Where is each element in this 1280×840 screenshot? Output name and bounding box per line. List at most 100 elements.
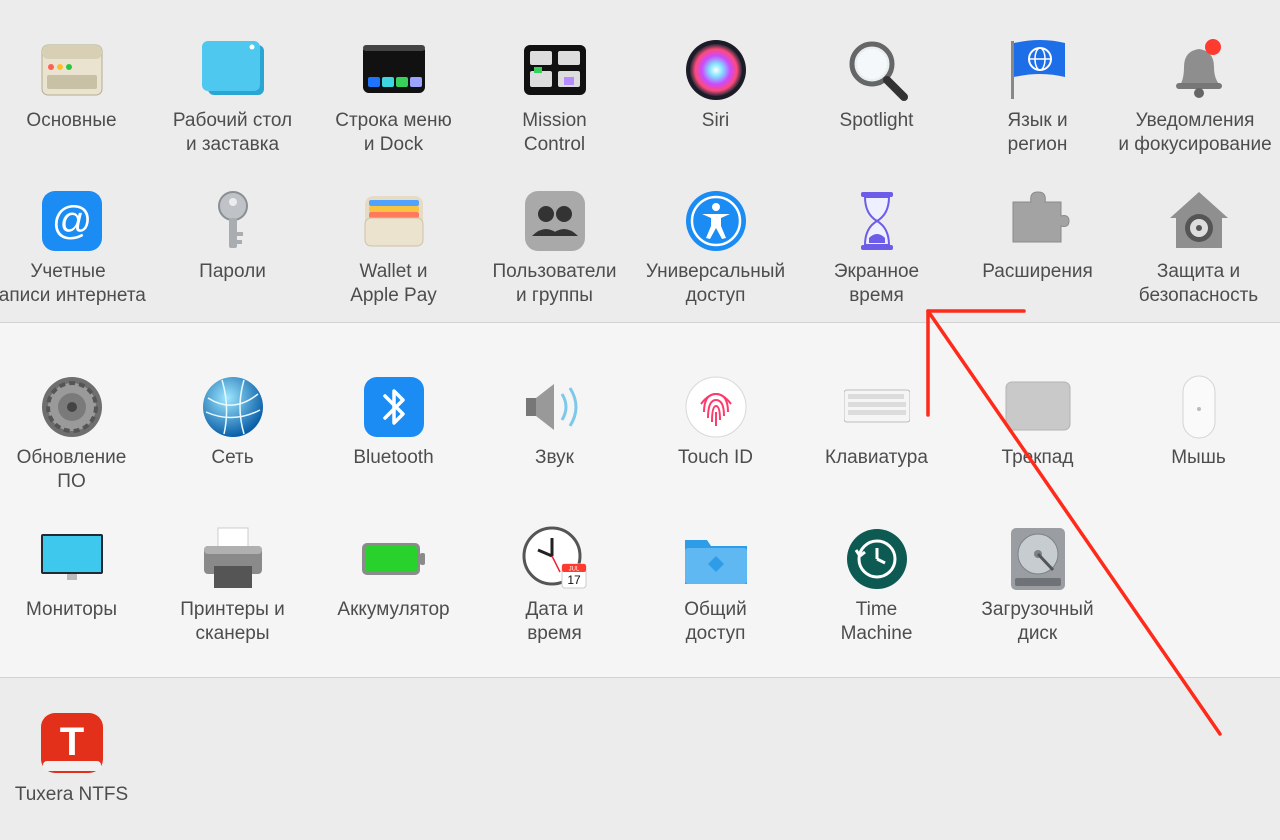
pane-network[interactable]: Сеть [152, 372, 313, 502]
pane-label: Дата и время [525, 599, 584, 644]
pane-extensions[interactable]: Расширения [957, 186, 1118, 316]
pane-label: Экранное время [833, 261, 920, 306]
pane-software-update[interactable]: Обновление ПО [0, 372, 152, 502]
pane-label: Защита и безопасность [1138, 261, 1259, 306]
pane-label: Обновление ПО [16, 447, 127, 492]
pane-label: Bluetooth [353, 447, 434, 468]
fingerprint-icon [681, 372, 751, 442]
users-icon [520, 186, 590, 256]
pane-label: Строка меню и Dock [335, 110, 452, 155]
monitor-icon [37, 524, 107, 594]
network-globe-icon [198, 372, 268, 442]
pane-displays[interactable]: Мониторы [0, 524, 152, 654]
at-sign-icon: @ [37, 186, 107, 256]
pane-label: Клавиатура [825, 447, 928, 468]
calendar-day: 17 [567, 573, 581, 587]
pane-label: Mission Control [522, 110, 587, 155]
pane-accessibility[interactable]: Универсальный доступ [635, 186, 796, 316]
pane-wallet[interactable]: Wallet и Apple Pay [313, 186, 474, 316]
pane-label: Общий доступ [684, 599, 747, 644]
pane-bluetooth[interactable]: Bluetooth [313, 372, 474, 502]
pane-sharing[interactable]: Общий доступ [635, 524, 796, 654]
hard-disk-icon [1003, 524, 1073, 594]
pane-label: Язык и регион [1007, 110, 1068, 155]
general-window-icon [37, 35, 107, 105]
pane-label: Touch ID [678, 447, 753, 468]
pane-printers[interactable]: Принтеры и сканеры [152, 524, 313, 654]
tuxera-letter: T [59, 720, 83, 764]
pane-notifications[interactable]: Уведомления и фокусирование [1118, 35, 1279, 165]
time-machine-icon [842, 524, 912, 594]
pane-users[interactable]: Пользователи и группы [474, 186, 635, 316]
menubar-dock-icon [359, 35, 429, 105]
printer-icon [198, 524, 268, 594]
section-other [0, 678, 1280, 840]
house-lock-icon [1164, 186, 1234, 256]
pane-tuxera[interactable]: T Tuxera NTFS [0, 709, 152, 839]
mouse-icon [1164, 372, 1234, 442]
mission-control-icon [520, 35, 590, 105]
pane-date-time[interactable]: JUL 17 Дата и время [474, 524, 635, 654]
pane-desktop[interactable]: Рабочий стол и заставка [152, 35, 313, 165]
pane-label: Siri [701, 110, 730, 131]
pane-startup-disk[interactable]: Загрузочный диск [957, 524, 1118, 654]
pane-label: Сеть [211, 447, 254, 468]
pane-internet-accounts[interactable]: @ Учетные записи интернета [0, 186, 152, 316]
pane-label: Звук [535, 447, 574, 468]
pane-label: Основные [26, 110, 117, 131]
wallet-icon [359, 186, 429, 256]
pane-siri[interactable]: Siri [635, 35, 796, 165]
pane-language[interactable]: Язык и регион [957, 35, 1118, 165]
globe-flag-icon [1003, 35, 1073, 105]
pane-battery[interactable]: Аккумулятор [313, 524, 474, 654]
pane-keyboard[interactable]: Клавиатура [796, 372, 957, 502]
pane-spotlight[interactable]: Spotlight [796, 35, 957, 165]
pane-time-machine[interactable]: Time Machine [796, 524, 957, 654]
pane-dock[interactable]: Строка меню и Dock [313, 35, 474, 165]
keyboard-icon [842, 372, 912, 442]
pane-general[interactable]: Основные [0, 35, 152, 165]
pane-passwords[interactable]: Пароли [152, 186, 313, 316]
pane-trackpad[interactable]: Трекпад [957, 372, 1118, 502]
pane-label: Расширения [982, 261, 1093, 282]
pane-label: Загрузочный диск [981, 599, 1094, 644]
key-icon [198, 186, 268, 256]
puzzle-icon [1003, 186, 1073, 256]
pane-label: Tuxera NTFS [14, 784, 129, 805]
pane-label: Универсальный доступ [645, 261, 786, 306]
pane-label: Аккумулятор [337, 599, 450, 620]
calendar-month: JUL [568, 567, 579, 573]
pane-screen-time[interactable]: Экранное время [796, 186, 957, 316]
sharing-folder-icon [681, 524, 751, 594]
bell-icon [1164, 35, 1234, 105]
pane-label: Принтеры и сканеры [180, 599, 285, 644]
pane-mission-control[interactable]: Mission Control [474, 35, 635, 165]
battery-icon [359, 524, 429, 594]
pane-label: Wallet и Apple Pay [350, 261, 437, 306]
pane-sound[interactable]: Звук [474, 372, 635, 502]
desktop-screensaver-icon [198, 35, 268, 105]
pane-label: Учетные записи интернета [0, 261, 146, 306]
pane-label: Пароли [199, 261, 266, 282]
pane-label: Уведомления и фокусирование [1118, 110, 1272, 155]
pane-label: Мышь [1171, 447, 1226, 468]
pane-label: Time Machine [840, 599, 913, 644]
siri-icon [681, 35, 751, 105]
magnifier-icon [842, 35, 912, 105]
pane-label: Рабочий стол и заставка [172, 110, 293, 155]
gear-icon [37, 372, 107, 442]
pane-label: Spotlight [839, 110, 914, 131]
pane-mouse[interactable]: Мышь [1118, 372, 1279, 502]
pane-label: Пользователи и группы [492, 261, 617, 306]
pane-security[interactable]: Защита и безопасность [1118, 186, 1279, 316]
pane-touch-id[interactable]: Touch ID [635, 372, 796, 502]
bluetooth-icon [359, 372, 429, 442]
svg-text:@: @ [51, 199, 92, 243]
speaker-icon [520, 372, 590, 442]
tuxera-t-icon: T [37, 709, 107, 779]
pane-label: Трекпад [1001, 447, 1074, 468]
trackpad-icon [1003, 372, 1073, 442]
clock-calendar-icon: JUL 17 [520, 524, 590, 594]
accessibility-icon [681, 186, 751, 256]
pane-label: Мониторы [26, 599, 117, 620]
